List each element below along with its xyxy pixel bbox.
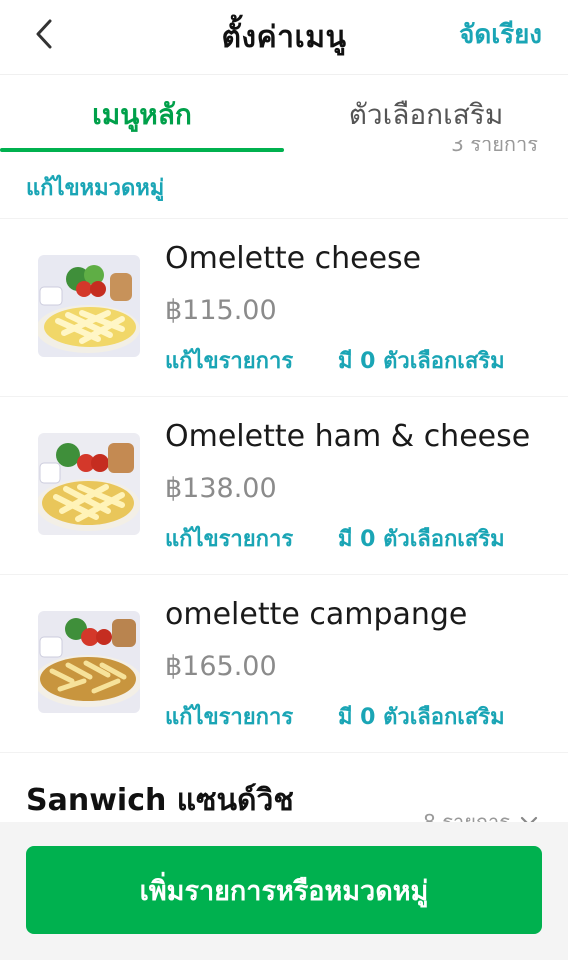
omelette-ham-cheese-photo — [38, 433, 140, 535]
item-price: ฿115.00 — [165, 295, 277, 326]
item-name: Omelette ham & cheese — [165, 419, 531, 454]
tab-main-menu[interactable]: เมนูหลัก — [0, 75, 284, 155]
omelette-cheese-photo — [38, 255, 140, 357]
add-ons-count-link[interactable]: มี 0 ตัวเลือกเสริม — [338, 699, 505, 734]
menu-item-list: Omelette cheese ฿115.00 แก้ไขรายการ มี 0… — [0, 218, 568, 752]
item-name: omelette campange — [165, 597, 468, 632]
add-ons-count-link[interactable]: มี 0 ตัวเลือกเสริม — [338, 343, 505, 378]
edit-item-link[interactable]: แก้ไขรายการ — [165, 521, 293, 556]
item-name: Omelette cheese — [165, 241, 422, 276]
category-header-sandwich[interactable]: Sanwich แซนด์วิช 8 รายการ — [0, 752, 568, 823]
menu-item-row[interactable]: omelette campange ฿165.00 แก้ไขรายการ มี… — [0, 574, 568, 752]
edit-item-link[interactable]: แก้ไขรายการ — [165, 699, 293, 734]
edit-item-link[interactable]: แก้ไขรายการ — [165, 343, 293, 378]
menu-item-row[interactable]: Omelette ham & cheese ฿138.00 แก้ไขรายกา… — [0, 396, 568, 574]
menu-item-row[interactable]: Omelette cheese ฿115.00 แก้ไขรายการ มี 0… — [0, 218, 568, 396]
edit-category-link[interactable]: แก้ไขหมวดหมู่ — [26, 170, 164, 205]
sort-button[interactable]: จัดเรียง — [459, 14, 542, 55]
category-item-count: 3 รายการ — [451, 140, 538, 156]
item-price: ฿165.00 — [165, 651, 277, 682]
add-item-or-category-button[interactable]: เพิ่มรายการหรือหมวดหมู่ — [26, 846, 542, 934]
item-price: ฿138.00 — [165, 473, 277, 504]
bottom-action-bar: เพิ่มรายการหรือหมวดหมู่ — [0, 822, 568, 960]
category-title: Sanwich แซนด์วิช — [26, 783, 294, 818]
active-tab-indicator — [0, 148, 284, 152]
add-ons-count-link[interactable]: มี 0 ตัวเลือกเสริม — [338, 521, 505, 556]
header-bar: ตั้งค่าเมนู จัดเรียง — [0, 0, 568, 72]
category-item-count: 8 รายการ — [423, 810, 510, 823]
omelette-campange-photo — [38, 611, 140, 713]
